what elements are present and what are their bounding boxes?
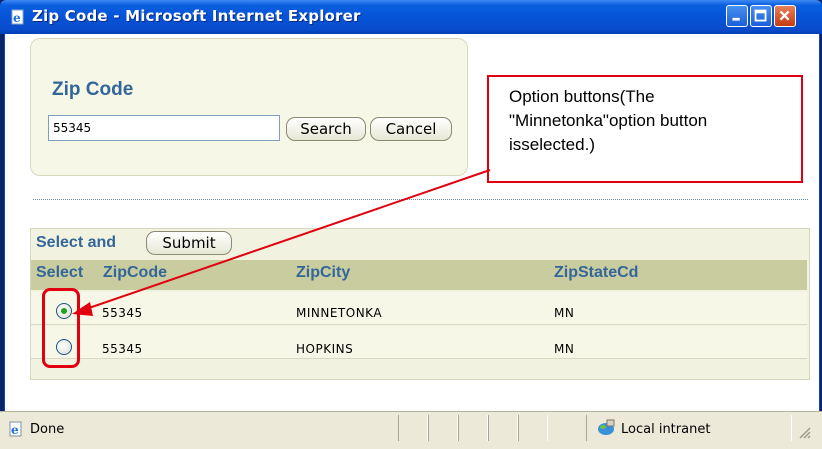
browser-window: e Zip Code - Microsoft Internet Explorer… bbox=[0, 0, 822, 449]
column-header-select: Select bbox=[36, 264, 84, 281]
annotation-callout: Option buttons(The "Minnetonka"option bu… bbox=[487, 75, 803, 183]
local-intranet-icon bbox=[598, 419, 615, 435]
status-pane bbox=[398, 415, 428, 441]
status-pane bbox=[458, 415, 488, 441]
maximize-icon bbox=[754, 9, 767, 22]
cell-zipcity: HOPKINS bbox=[296, 342, 354, 356]
minimize-button[interactable] bbox=[726, 5, 748, 27]
svg-text:e: e bbox=[13, 11, 21, 25]
minimize-icon bbox=[732, 17, 740, 21]
search-button[interactable]: Search bbox=[286, 117, 366, 141]
zip-code-input[interactable] bbox=[48, 115, 280, 141]
column-header-zipcode: ZipCode bbox=[103, 264, 167, 281]
status-pane bbox=[518, 415, 548, 441]
cancel-button-label: Cancel bbox=[385, 120, 437, 138]
zip-search-panel bbox=[30, 38, 468, 176]
panel-title: Zip Code bbox=[52, 79, 134, 100]
svg-text:e: e bbox=[11, 423, 19, 437]
close-button[interactable] bbox=[774, 5, 796, 27]
status-pane bbox=[488, 415, 518, 441]
results-heading: Select and bbox=[36, 234, 117, 251]
cell-zipcode: 55345 bbox=[102, 306, 143, 320]
status-pane bbox=[428, 415, 458, 441]
status-text: Done bbox=[30, 422, 65, 437]
cell-zipstatecd: MN bbox=[554, 306, 575, 320]
cell-zipcity: MINNETONKA bbox=[296, 306, 383, 320]
table-row bbox=[31, 326, 807, 359]
column-header-zipstatecd: ZipStateCd bbox=[554, 264, 639, 281]
close-icon bbox=[779, 10, 790, 21]
page-done-icon: e bbox=[9, 421, 22, 437]
submit-button-label: Submit bbox=[162, 234, 216, 252]
resize-grip-icon[interactable] bbox=[796, 424, 812, 440]
window-title: Zip Code - Microsoft Internet Explorer bbox=[32, 7, 361, 25]
maximize-button[interactable] bbox=[750, 5, 772, 27]
ie-page-icon: e bbox=[11, 9, 24, 25]
cell-zipstatecd: MN bbox=[554, 342, 575, 356]
column-header-zipcity: ZipCity bbox=[296, 264, 351, 281]
zone-label: Local intranet bbox=[621, 422, 711, 437]
cell-zipcode: 55345 bbox=[102, 342, 143, 356]
cancel-button[interactable]: Cancel bbox=[370, 117, 452, 141]
search-button-label: Search bbox=[300, 120, 352, 138]
table-row bbox=[31, 292, 807, 325]
title-bar[interactable]: e Zip Code - Microsoft Internet Explorer bbox=[0, 0, 822, 34]
submit-button[interactable]: Submit bbox=[146, 231, 232, 255]
section-divider bbox=[33, 199, 808, 200]
radio-highlight-box bbox=[42, 288, 80, 368]
